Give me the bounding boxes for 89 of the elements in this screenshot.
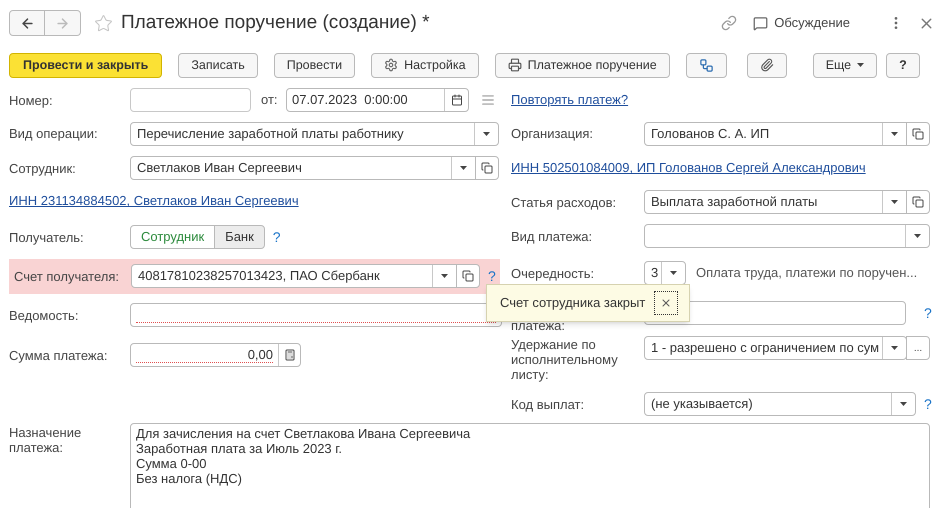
attach-button[interactable] [746, 52, 787, 78]
choose-button[interactable]: ... [906, 336, 930, 360]
dropdown-arrow-icon [891, 132, 898, 136]
dropdown-arrow-icon [670, 271, 677, 275]
priority-select[interactable]: 3 [644, 261, 686, 285]
open-icon [912, 196, 924, 208]
number-field[interactable] [130, 88, 251, 112]
link-icon[interactable] [721, 15, 738, 31]
purpose-line: Сумма 0-00 [136, 456, 208, 471]
purpose-textarea[interactable]: Для зачисления на счет Светлакова Ивана Сергеевича Заработная плата за Июль 2023 г. Сумма 0-00 Без налога (НДС) [130, 423, 930, 508]
paperclip-icon [760, 58, 774, 72]
dropdown-arrow-icon [483, 132, 490, 136]
purpose-line: Без налога (НДС) [136, 471, 243, 486]
field-label: Сотрудник: [9, 160, 77, 176]
field-label: Сумма платежа: [9, 348, 108, 362]
help-link[interactable]: ? [924, 304, 932, 320]
print-button[interactable]: Платежное поручение [494, 52, 670, 78]
date-field[interactable]: 07.07.2023 0:00:00 [286, 88, 469, 112]
recipient-toggle[interactable]: Сотрудник [130, 225, 216, 249]
back-icon [20, 16, 34, 30]
statement-field[interactable] [130, 303, 502, 327]
window-title: Платежное поручение (создание) * [121, 10, 430, 35]
settings-button[interactable]: Настройка [371, 52, 479, 78]
field-label: Удержание по исполнительному листу: [511, 337, 619, 382]
field-label: Организация: [511, 126, 594, 141]
open-button[interactable] [456, 264, 480, 288]
repeat-payment-link[interactable]: Повторять платеж? [511, 90, 628, 110]
employee-inn-link[interactable]: ИНН 231134884502, Светлаков Иван Сергеевич [9, 191, 299, 211]
purpose-line: Заработная плата за Июль 2023 г. [136, 441, 344, 456]
open-button[interactable] [475, 156, 499, 180]
tooltip-close-button[interactable] [654, 291, 678, 315]
tooltip-text: Счет сотрудника закрыт [500, 294, 646, 312]
help-link[interactable]: ? [272, 226, 281, 248]
dropdown-arrow-icon [900, 402, 907, 406]
dropdown-arrow-icon [460, 166, 467, 170]
list-icon[interactable] [481, 93, 495, 107]
dropdown-arrow-icon [891, 346, 898, 350]
open-button[interactable] [906, 190, 930, 214]
field-label: Статья расходов: [511, 194, 618, 210]
open-button[interactable] [906, 122, 930, 146]
open-icon [912, 128, 924, 140]
calendar-icon[interactable] [450, 94, 462, 106]
settings-icon [384, 58, 398, 72]
dropdown-arrow-icon [914, 234, 921, 238]
field-label: платежа: [511, 319, 566, 333]
structure-button[interactable] [686, 52, 727, 78]
field-label: Вид операции: [9, 126, 99, 141]
dropdown-arrow-icon [891, 200, 898, 204]
printer-icon [508, 58, 522, 72]
priority-description: Оплата труда, платежи по поручен... [696, 264, 918, 282]
field-label: Номер: [9, 92, 54, 108]
account-select[interactable]: 40817810238257013423, ПАО Сбербанк [131, 264, 457, 288]
post-and-close-button[interactable]: Провести и закрыть [9, 52, 162, 78]
open-icon [462, 270, 474, 282]
command-button[interactable]: Записать [178, 52, 258, 78]
withholding-select[interactable]: 1 - разрешено с ограничением по сум [644, 336, 907, 360]
open-icon [481, 162, 493, 174]
employee-select[interactable]: Светлаков Иван Сергеевич [130, 156, 476, 180]
purpose-line: Для зачисления на счет Светлакова Ивана Сергеевича [136, 426, 472, 441]
back-button[interactable] [9, 10, 45, 36]
close-icon [660, 297, 672, 309]
organization-inn-link[interactable]: ИНН 502501084009, ИП Голованов Сергей Александрович [511, 158, 866, 178]
favorite-star-icon[interactable] [94, 14, 113, 32]
field-label: Ведомость: [9, 308, 80, 322]
forward-icon [55, 16, 70, 30]
field-label: Получатель: [9, 230, 85, 244]
help-link[interactable]: ? [924, 394, 932, 414]
recipient-toggle[interactable]: Банк [214, 225, 265, 249]
dropdown-arrow-icon [441, 274, 448, 278]
dropdown-arrow-icon [857, 63, 864, 67]
more-button[interactable]: Еще [812, 52, 878, 78]
command-button[interactable]: Провести [274, 52, 356, 78]
date-label: от: [261, 91, 279, 110]
field-label: Код выплат: [511, 396, 586, 412]
help-button[interactable]: ? [886, 52, 920, 78]
field-label: Счет получателя: [14, 268, 120, 284]
help-link[interactable]: ? [488, 266, 496, 286]
field-label: Очередность: [511, 266, 596, 280]
field-label: Вид платежа: [511, 228, 594, 244]
organization-select[interactable]: Голованов С. А. ИП [644, 122, 907, 146]
structure-icon [698, 58, 714, 72]
calculator-icon[interactable] [284, 349, 296, 361]
discussion-button[interactable]: Обсуждение [753, 13, 850, 33]
chat-icon [753, 16, 768, 30]
operation-select[interactable]: Перечисление заработной платы работнику [130, 122, 499, 146]
field-label: Назначение платежа: [9, 424, 82, 457]
payment-code-select[interactable]: (не указывается) [644, 392, 916, 416]
amount-field[interactable]: 0,00 [130, 343, 301, 367]
expense-select[interactable]: Выплата заработной платы [644, 190, 907, 214]
